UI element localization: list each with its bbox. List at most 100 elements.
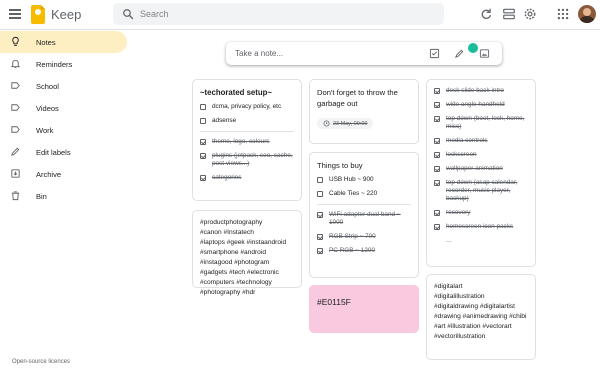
note-card-garbage[interactable]: Don't forget to throw the garbage out 23… [309, 79, 419, 144]
sidebar-item-archive[interactable]: Archive [0, 163, 127, 185]
pencil-icon [11, 147, 20, 156]
checkbox-checked-icon[interactable] [317, 234, 323, 240]
checklist-item-done[interactable]: wallpaper animation [434, 165, 528, 173]
settings-gear-icon[interactable] [523, 7, 537, 21]
note-card-hashtags[interactable]: #productphotography #canon #Instatech #l… [192, 210, 302, 296]
divider [317, 204, 411, 205]
sidebar-item-label: Work [36, 126, 54, 135]
checklist-item-done[interactable]: plugins (jetpack, seo, cache, post views… [200, 152, 294, 168]
checklist-item-done[interactable]: homescreen icon packs [434, 223, 528, 231]
open-source-licences-link[interactable]: Open-source licences [12, 359, 70, 365]
note-title: ~techorated setup~ [200, 88, 272, 97]
note-card-things-to-buy[interactable]: Things to buy USB Hub ~ 900 Cable Ties ~… [309, 152, 419, 278]
checkbox-checked-icon[interactable] [200, 175, 206, 181]
more-items-ellipsis: ... [446, 237, 452, 244]
sidebar-item-reminders[interactable]: Reminders [0, 53, 127, 75]
checkbox-checked-icon[interactable] [434, 224, 440, 230]
reminder-text: 23 May, 09:00 [333, 120, 368, 127]
account-avatar[interactable] [578, 5, 596, 23]
sidebar-item-edit-labels[interactable]: Edit labels [0, 141, 127, 163]
note-card-digitalart[interactable]: #digitalart #digitalillustration #digita… [426, 274, 536, 360]
note-body: #digitalart #digitalillustration #digita… [434, 283, 527, 340]
checklist-item-done[interactable]: categories [200, 174, 294, 182]
sidebar-item-label: Bin [36, 192, 47, 201]
checkbox-checked-icon[interactable] [434, 102, 440, 108]
refresh-icon[interactable] [479, 7, 493, 21]
label-icon [11, 82, 20, 89]
note-title: Things to buy [317, 161, 363, 170]
checkbox-checked-icon[interactable] [434, 116, 440, 122]
clock-icon [323, 120, 330, 127]
checkbox-checked-icon[interactable] [434, 180, 440, 186]
sidebar-item-label: Reminders [36, 60, 73, 69]
take-note-bar[interactable]: Take a note... [226, 42, 502, 65]
sidebar-item-label: Videos [36, 104, 59, 113]
checkbox-checked-icon[interactable] [434, 166, 440, 172]
checklist-item-done[interactable]: PC RGB ~ 1200 [317, 247, 411, 255]
checklist-item-done[interactable]: recovery [434, 209, 528, 217]
sidebar-item-label: School [36, 82, 59, 91]
search-input[interactable] [140, 3, 430, 25]
checklist-item[interactable]: adsense [200, 117, 294, 125]
checkbox-checked-icon[interactable] [434, 88, 440, 94]
checkbox-checked-icon[interactable] [200, 139, 206, 145]
note-title: #E0115F [317, 297, 351, 307]
checklist-item-done[interactable]: top down (asap calendar, recorder, music… [434, 179, 528, 203]
checkbox-checked-icon[interactable] [200, 153, 206, 159]
take-note-placeholder[interactable]: Take a note... [235, 49, 283, 58]
checklist-item-done[interactable]: media controls [434, 137, 528, 145]
sidebar-item-notes[interactable]: Notes [0, 31, 127, 53]
checklist-item[interactable]: Cable Ties ~ 220 [317, 190, 411, 198]
sidebar-item-label: Edit labels [36, 148, 71, 157]
divider [200, 131, 294, 132]
checkbox-checked-icon[interactable] [317, 248, 323, 254]
checkbox-checked-icon[interactable] [434, 210, 440, 216]
reminder-chip[interactable]: 23 May, 09:00 [317, 118, 374, 129]
new-image-icon[interactable] [479, 48, 490, 59]
sidebar-item-work[interactable]: Work [0, 119, 127, 141]
checkbox-unchecked-icon[interactable] [200, 104, 206, 110]
checklist-item-done[interactable]: lockscreen [434, 151, 528, 159]
checklist-item-done[interactable]: top down (boot, lock, home, misc) [434, 115, 528, 131]
checkbox-checked-icon[interactable] [317, 212, 323, 218]
archive-icon [11, 169, 20, 178]
extension-badge-icon [468, 43, 478, 53]
new-list-checkbox-icon[interactable] [429, 48, 440, 59]
checkbox-unchecked-icon[interactable] [200, 118, 206, 124]
sidebar-item-school[interactable]: School [0, 75, 127, 97]
lightbulb-icon [12, 36, 19, 46]
checklist-item-done[interactable]: theme, logo, colours [200, 138, 294, 146]
sidebar-item-label: Notes [36, 38, 56, 47]
app-header: Keep [0, 0, 600, 30]
keep-logo-icon[interactable] [31, 5, 45, 24]
apps-grid-icon[interactable] [556, 7, 570, 21]
list-view-icon[interactable] [502, 7, 516, 21]
checklist-item-done[interactable]: WiFi adapter dual band ~ 1000 [317, 211, 411, 227]
checkbox-checked-icon[interactable] [434, 152, 440, 158]
sidebar-item-label: Archive [36, 170, 62, 179]
checklist-item-done[interactable]: RGB Strip ~ 700 [317, 233, 411, 241]
label-icon [11, 104, 20, 111]
app-title[interactable]: Keep [51, 7, 81, 22]
sidebar-item-videos[interactable]: Videos [0, 97, 127, 119]
main-menu-icon[interactable] [9, 9, 21, 19]
checklist-item[interactable]: USB Hub ~ 900 [317, 176, 411, 184]
sidebar: Notes Reminders School Videos Work Edit … [0, 31, 130, 207]
checkbox-unchecked-icon[interactable] [317, 191, 323, 197]
note-card-techorated-setup[interactable]: ~techorated setup~ dcma, privacy policy,… [192, 79, 302, 201]
search-bar[interactable] [113, 3, 444, 25]
label-icon [11, 126, 20, 133]
note-body: #productphotography #canon #Instatech #l… [200, 219, 287, 296]
note-card-video-shots[interactable]: desk slide back intro wide angle handhel… [426, 79, 536, 267]
sidebar-item-bin[interactable]: Bin [0, 185, 127, 207]
checkbox-checked-icon[interactable] [434, 138, 440, 144]
checklist-item-done[interactable]: desk slide back intro [434, 87, 528, 95]
note-card-color[interactable]: #E0115F [309, 285, 419, 333]
checklist-item-done[interactable]: wide angle handheld [434, 101, 528, 109]
note-title: Don't forget to throw the garbage out [317, 88, 398, 108]
new-drawing-brush-icon[interactable] [454, 48, 465, 59]
search-icon[interactable] [122, 8, 134, 20]
checklist-item[interactable]: dcma, privacy policy, etc [200, 103, 294, 111]
checkbox-unchecked-icon[interactable] [317, 177, 323, 183]
trash-icon [11, 191, 20, 201]
